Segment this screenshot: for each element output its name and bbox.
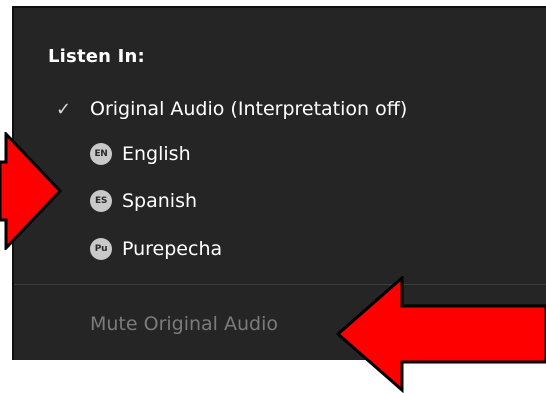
menu-item-spanish[interactable]: ES Spanish [14,179,546,223]
spanish-label: Spanish [122,190,198,212]
mute-original-audio-label: Mute Original Audio [90,313,279,335]
purepecha-language-badge-icon: Pu [90,238,112,260]
original-audio-label: Original Audio (Interpretation off) [90,98,408,120]
english-label: English [122,143,191,165]
checkmark-icon: ✓ [56,98,72,120]
listen-in-header: Listen In: [48,46,145,67]
menu-item-english[interactable]: EN English [14,132,546,176]
menu-item-purepecha[interactable]: Pu Purepecha [14,227,546,271]
spanish-language-badge-icon: ES [90,190,112,212]
english-language-badge-icon: EN [90,143,112,165]
menu-item-original-audio[interactable]: ✓ Original Audio (Interpretation off) [14,87,546,131]
purepecha-label: Purepecha [122,238,223,260]
left-pointing-arrow-icon [335,276,546,393]
right-pointing-arrow-icon [0,132,63,250]
